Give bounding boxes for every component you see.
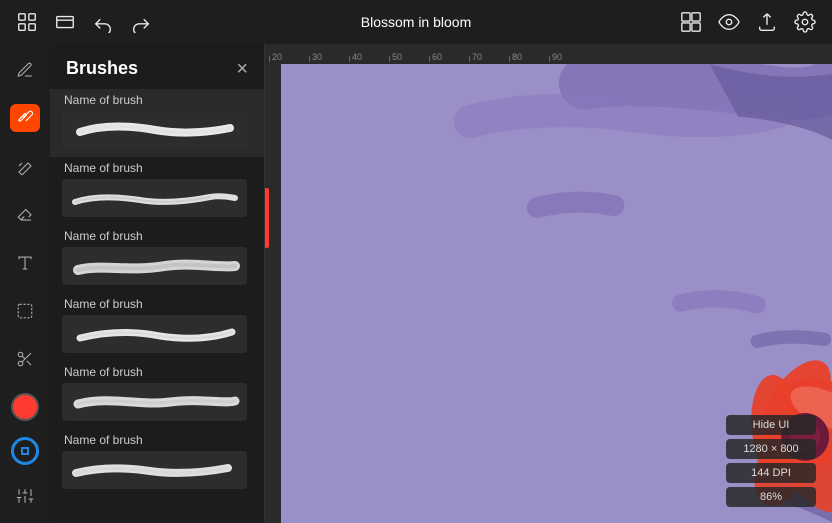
- ruler-marks: 20 30 40 50 60 70 80 90: [265, 44, 589, 64]
- brush-preview: [62, 451, 247, 489]
- text-tool[interactable]: [10, 249, 40, 277]
- eraser-tool[interactable]: [10, 200, 40, 228]
- ruler-mark: 20: [269, 52, 309, 64]
- brush-item[interactable]: Name of brush: [50, 157, 264, 225]
- brush-preview: [62, 179, 247, 217]
- brush-item[interactable]: Name of brush: [50, 361, 264, 429]
- left-toolbar: [0, 44, 50, 523]
- brush-item[interactable]: Name of brush: [50, 293, 264, 361]
- dpi-badge: 144 DPI: [726, 463, 816, 483]
- adjust-icon[interactable]: [10, 481, 40, 511]
- brush-preview: [62, 111, 247, 149]
- ruler-mark: 70: [469, 52, 509, 64]
- brush-name: Name of brush: [62, 93, 252, 107]
- ruler-mark: 40: [349, 52, 389, 64]
- eye-icon[interactable]: [718, 11, 740, 33]
- brush-name: Name of brush: [62, 365, 252, 379]
- export-icon[interactable]: [756, 11, 778, 33]
- redo-icon[interactable]: [130, 11, 152, 33]
- ruler-mark: 30: [309, 52, 349, 64]
- ruler-top: 20 30 40 50 60 70 80 90: [265, 44, 832, 64]
- document-title: Blossom in bloom: [361, 14, 472, 30]
- secondary-color-swatch[interactable]: [11, 437, 39, 465]
- brush-item[interactable]: Name of brush: [50, 225, 264, 293]
- top-bar-left: [16, 11, 152, 33]
- grid-icon[interactable]: [16, 11, 38, 33]
- side-indicator: [265, 188, 269, 248]
- smudge-tool[interactable]: [10, 152, 40, 180]
- undo-icon[interactable]: [92, 11, 114, 33]
- brush-preview: [62, 247, 247, 285]
- ruler-mark: 80: [509, 52, 549, 64]
- brush-name: Name of brush: [62, 161, 252, 175]
- gallery-icon[interactable]: [680, 11, 702, 33]
- primary-color-swatch[interactable]: [11, 393, 39, 421]
- top-bar: Blossom in bloom: [0, 0, 832, 44]
- brush-name: Name of brush: [62, 229, 252, 243]
- hide-ui-badge[interactable]: Hide UI: [726, 415, 816, 435]
- pencil-tool[interactable]: [10, 56, 40, 84]
- close-button[interactable]: ×: [236, 59, 248, 79]
- cut-tool[interactable]: [10, 345, 40, 373]
- ruler-mark: 60: [429, 52, 469, 64]
- ruler-mark: 90: [549, 52, 589, 64]
- brush-tool[interactable]: [10, 104, 40, 132]
- brushes-title: Brushes: [66, 58, 138, 79]
- main-layout: Brushes × Name of brush Name of brush: [0, 44, 832, 523]
- brush-name: Name of brush: [62, 297, 252, 311]
- brushes-panel: Brushes × Name of brush Name of brush: [50, 44, 265, 523]
- brush-item[interactable]: Name of brush: [50, 429, 264, 497]
- top-bar-right: [680, 11, 816, 33]
- info-badges: Hide UI 1280 × 800 144 DPI 86%: [726, 415, 816, 507]
- ruler-left: [265, 64, 281, 523]
- resolution-badge: 1280 × 800: [726, 439, 816, 459]
- brush-item[interactable]: Name of brush: [50, 89, 264, 157]
- select-tool[interactable]: [10, 297, 40, 325]
- brush-preview: [62, 383, 247, 421]
- brush-name: Name of brush: [62, 433, 252, 447]
- layers-icon[interactable]: [54, 11, 76, 33]
- brushes-header: Brushes ×: [50, 44, 264, 89]
- canvas-area[interactable]: 20 30 40 50 60 70 80 90: [265, 44, 832, 523]
- zoom-badge: 86%: [726, 487, 816, 507]
- settings-icon[interactable]: [794, 11, 816, 33]
- ruler-mark: 50: [389, 52, 429, 64]
- brush-preview: [62, 315, 247, 353]
